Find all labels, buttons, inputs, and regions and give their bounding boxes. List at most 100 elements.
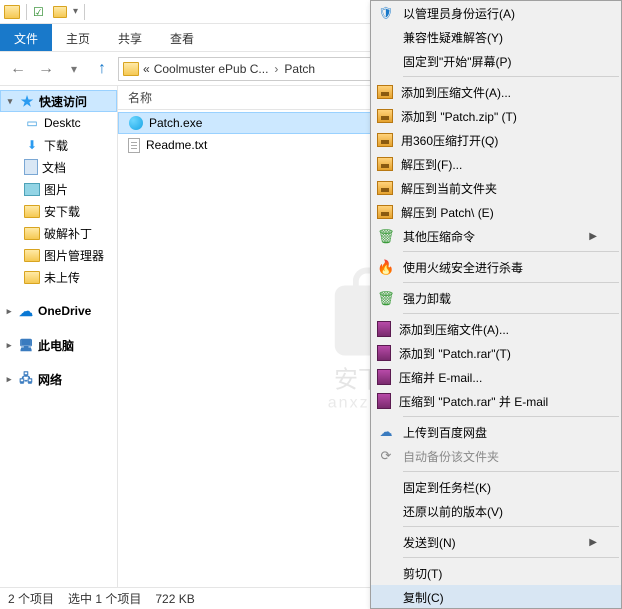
sidebar-item-label: 破解补丁 [44,225,92,242]
sidebar-item-notupload[interactable]: 未上传 [0,266,117,288]
menu-separator [403,526,619,527]
menu-label: 复制(C) [403,589,444,606]
menu-other-compress[interactable]: 🗑其他压缩命令▶ [371,224,621,248]
chevron-right-icon[interactable]: ▸ [4,306,14,317]
sidebar-item-downloads[interactable]: ⬇下载 [0,134,117,156]
sidebar-item-label: 图片管理器 [44,247,104,264]
sidebar-item-crack[interactable]: 破解补丁 [0,222,117,244]
download-icon: ⬇ [24,137,40,153]
menu-restore-previous[interactable]: 还原以前的版本(V) [371,499,621,523]
divider [84,4,85,20]
sidebar-item-documents[interactable]: 文档 [0,156,117,178]
menu-label: 添加到压缩文件(A)... [401,84,511,101]
qat-folder-icon[interactable] [53,6,67,18]
sidebar-item-anxiazai[interactable]: 安下载 [0,200,117,222]
folder-icon [24,249,40,262]
archive-icon [377,85,393,99]
sync-icon: ⟳ [377,447,395,465]
menu-label: 固定到"开始"屏幕(P) [403,53,512,70]
sidebar-quick-access[interactable]: ▾ ★ 快速访问 [0,90,117,112]
chevron-right-icon[interactable]: ▸ [4,374,14,385]
rar-icon [377,369,391,385]
crumb-folder-2[interactable]: Patch [284,62,315,76]
crumb-first[interactable]: « [143,62,150,76]
menu-add-archive-rar[interactable]: 添加到压缩文件(A)... [371,317,621,341]
sidebar-item-label: 图片 [44,181,68,198]
archive-icon [377,157,393,171]
sidebar-item-pictures[interactable]: 图片 [0,178,117,200]
menu-open-360zip[interactable]: 用360压缩打开(Q) [371,128,621,152]
qat-dropdown-icon[interactable]: ▾ [73,6,78,17]
menu-compress-rar-email[interactable]: 压缩到 "Patch.rar" 并 E-mail [371,389,621,413]
menu-label: 压缩到 "Patch.rar" 并 E-mail [399,393,548,410]
window-folder-icon [4,5,20,19]
menu-label: 强力卸载 [403,290,451,307]
menu-label: 解压到 Patch\ (E) [401,204,494,221]
chevron-down-icon[interactable]: ▾ [5,96,15,107]
trash-icon: 🗑 [377,289,395,307]
picture-icon [24,183,40,196]
address-folder-icon [123,62,139,76]
menu-pin-start[interactable]: 固定到"开始"屏幕(P) [371,49,621,73]
menu-separator [403,251,619,252]
tab-share[interactable]: 共享 [104,24,156,51]
menu-label: 解压到(F)... [401,156,462,173]
chevron-right-icon[interactable]: ▸ [4,340,14,351]
status-selected-count: 选中 1 个项目 [68,590,141,607]
recent-dropdown[interactable]: ▾ [62,57,86,81]
menu-upload-baidu[interactable]: ☁上传到百度网盘 [371,420,621,444]
menu-cut[interactable]: 剪切(T) [371,561,621,585]
back-button[interactable]: ← [6,57,30,81]
menu-label: 还原以前的版本(V) [403,503,503,520]
menu-label: 解压到当前文件夹 [401,180,497,197]
qat-checkbox-icon[interactable]: ☑ [33,5,47,19]
menu-extract-to[interactable]: 解压到(F)... [371,152,621,176]
sidebar-network[interactable]: ▸ 🖧网络 [0,368,117,390]
sidebar-onedrive[interactable]: ▸ ☁ OneDrive [0,300,117,322]
sidebar-item-picmgr[interactable]: 图片管理器 [0,244,117,266]
menu-copy[interactable]: 复制(C) [371,585,621,609]
menu-send-to[interactable]: 发送到(N)▶ [371,530,621,554]
chevron-right-icon[interactable]: › [272,62,280,76]
archive-icon [377,133,393,147]
submenu-arrow-icon: ▶ [589,537,597,548]
sidebar-item-label: 网络 [38,371,62,388]
menu-huorong-scan[interactable]: 🔥使用火绒安全进行杀毒 [371,255,621,279]
menu-label: 兼容性疑难解答(Y) [403,29,503,46]
menu-add-archive[interactable]: 添加到压缩文件(A)... [371,80,621,104]
txt-icon [128,138,140,153]
menu-extract-patch[interactable]: 解压到 Patch\ (E) [371,200,621,224]
rar-icon [377,321,391,337]
sidebar-this-pc[interactable]: ▸🖥此电脑 [0,334,117,356]
menu-compress-email[interactable]: 压缩并 E-mail... [371,365,621,389]
up-button[interactable]: ↑ [90,57,114,81]
cloud-icon: ☁ [18,303,34,319]
menu-label: 压缩并 E-mail... [399,369,482,386]
network-icon: 🖧 [18,371,34,387]
menu-pin-taskbar[interactable]: 固定到任务栏(K) [371,475,621,499]
menu-extract-here[interactable]: 解压到当前文件夹 [371,176,621,200]
menu-separator [403,313,619,314]
sidebar-item-label: 下载 [44,137,68,154]
sidebar-item-label: OneDrive [38,304,91,318]
menu-label: 上传到百度网盘 [403,424,487,441]
folder-icon [24,271,40,284]
tab-file[interactable]: 文件 [0,24,52,51]
shield-icon: 🛡 [377,4,395,22]
sidebar-item-desktop[interactable]: ▭Desktc [0,112,117,134]
status-item-count: 2 个项目 [8,590,54,607]
tab-home[interactable]: 主页 [52,24,104,51]
sidebar-item-label: Desktc [44,116,81,130]
menu-separator [403,416,619,417]
rar-icon [377,345,391,361]
file-name: Patch.exe [149,116,202,130]
tab-view[interactable]: 查看 [156,24,208,51]
document-icon [24,159,38,175]
menu-force-uninstall[interactable]: 🗑 强力卸载 [371,286,621,310]
status-size: 722 KB [155,592,194,606]
menu-add-rar[interactable]: 添加到 "Patch.rar"(T) [371,341,621,365]
menu-compat-troubleshoot[interactable]: 兼容性疑难解答(Y) [371,25,621,49]
menu-add-zip[interactable]: 添加到 "Patch.zip" (T) [371,104,621,128]
crumb-folder-1[interactable]: Coolmuster ePub C... [154,62,269,76]
menu-run-as-admin[interactable]: 🛡以管理员身份运行(A) [371,1,621,25]
